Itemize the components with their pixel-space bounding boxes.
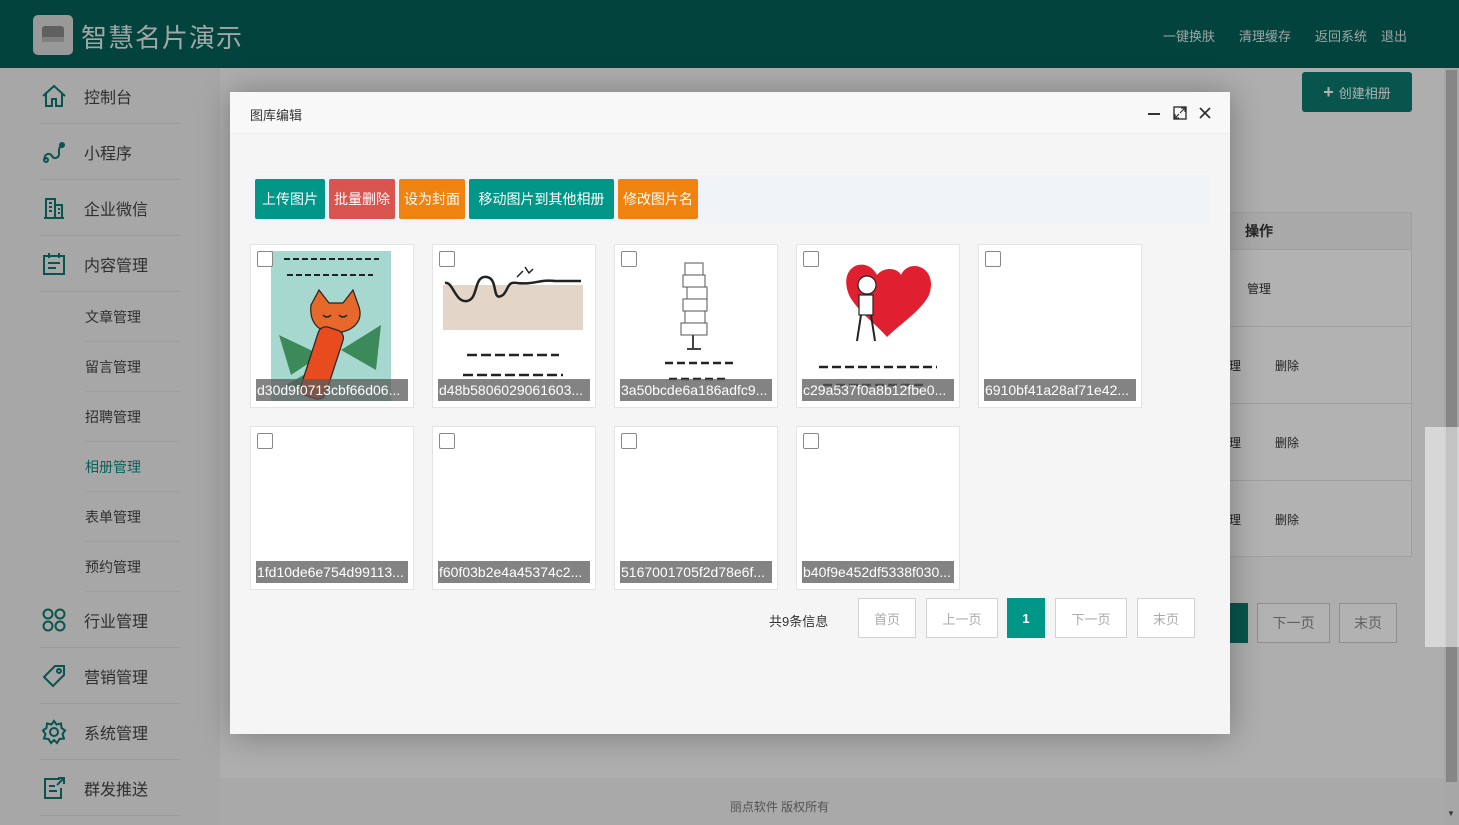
batch-delete-button[interactable]: 批量删除 [329, 179, 395, 219]
rename-image-button[interactable]: 修改图片名 [618, 179, 698, 219]
image-caption: d30d9f0713cbf66d06... [256, 379, 408, 401]
image-caption: 1fd10de6e754d99113... [256, 561, 408, 583]
image-caption: 6910bf41a28af71e42... [984, 379, 1136, 401]
image-checkbox[interactable] [985, 251, 1001, 267]
pager-last-button[interactable]: 末页 [1137, 598, 1195, 638]
pager-next-button[interactable]: 下一页 [1055, 598, 1127, 638]
image-checkbox[interactable] [257, 433, 273, 449]
pager-total: 共9条信息 [769, 614, 829, 629]
image-caption: b40f9e452df5338f030... [802, 561, 954, 583]
dialog-header: 图库编辑 [230, 92, 1230, 134]
close-icon[interactable] [1194, 102, 1216, 124]
image-caption: f60f03b2e4a45374c2... [438, 561, 590, 583]
pager-prev-button[interactable]: 上一页 [926, 598, 998, 638]
image-caption: d48b5806029061603... [438, 379, 590, 401]
image-caption: 3a50bcde6a186adfc9... [620, 379, 772, 401]
image-checkbox[interactable] [621, 433, 637, 449]
image-card[interactable]: c29a537f0a8b12fbe0... [796, 244, 960, 408]
image-checkbox[interactable] [621, 251, 637, 267]
image-card[interactable]: d48b5806029061603... [432, 244, 596, 408]
image-caption: c29a537f0a8b12fbe0... [802, 379, 954, 401]
move-image-button[interactable]: 移动图片到其他相册 [469, 179, 614, 219]
maximize-icon[interactable] [1169, 102, 1191, 124]
image-checkbox[interactable] [439, 433, 455, 449]
image-caption: 5167001705f2d78e6f... [620, 561, 772, 583]
image-card[interactable]: b40f9e452df5338f030... [796, 426, 960, 590]
minimize-icon[interactable] [1143, 102, 1165, 124]
pager-first-button[interactable]: 首页 [858, 598, 916, 638]
gallery-toolbar: 上传图片 批量删除 设为封面 移动图片到其他相册 修改图片名 [252, 175, 1210, 223]
gallery-edit-dialog: 图库编辑 上传图片 批量删除 设为封面 移动图片到其他相册 修改图片名 d30d… [230, 92, 1230, 734]
image-checkbox[interactable] [803, 433, 819, 449]
image-card[interactable]: 3a50bcde6a186adfc9... [614, 244, 778, 408]
image-card[interactable]: d30d9f0713cbf66d06... [250, 244, 414, 408]
image-checkbox[interactable] [257, 251, 273, 267]
dialog-title: 图库编辑 [250, 108, 303, 123]
image-checkbox[interactable] [439, 251, 455, 267]
upload-image-button[interactable]: 上传图片 [255, 179, 325, 219]
image-card[interactable]: 5167001705f2d78e6f... [614, 426, 778, 590]
image-checkbox[interactable] [803, 251, 819, 267]
side-panel-shade [1425, 427, 1459, 647]
image-card[interactable]: f60f03b2e4a45374c2... [432, 426, 596, 590]
image-card[interactable]: 1fd10de6e754d99113... [250, 426, 414, 590]
pager-current-page[interactable]: 1 [1007, 598, 1045, 638]
image-card[interactable]: 6910bf41a28af71e42... [978, 244, 1142, 408]
set-cover-button[interactable]: 设为封面 [399, 179, 465, 219]
